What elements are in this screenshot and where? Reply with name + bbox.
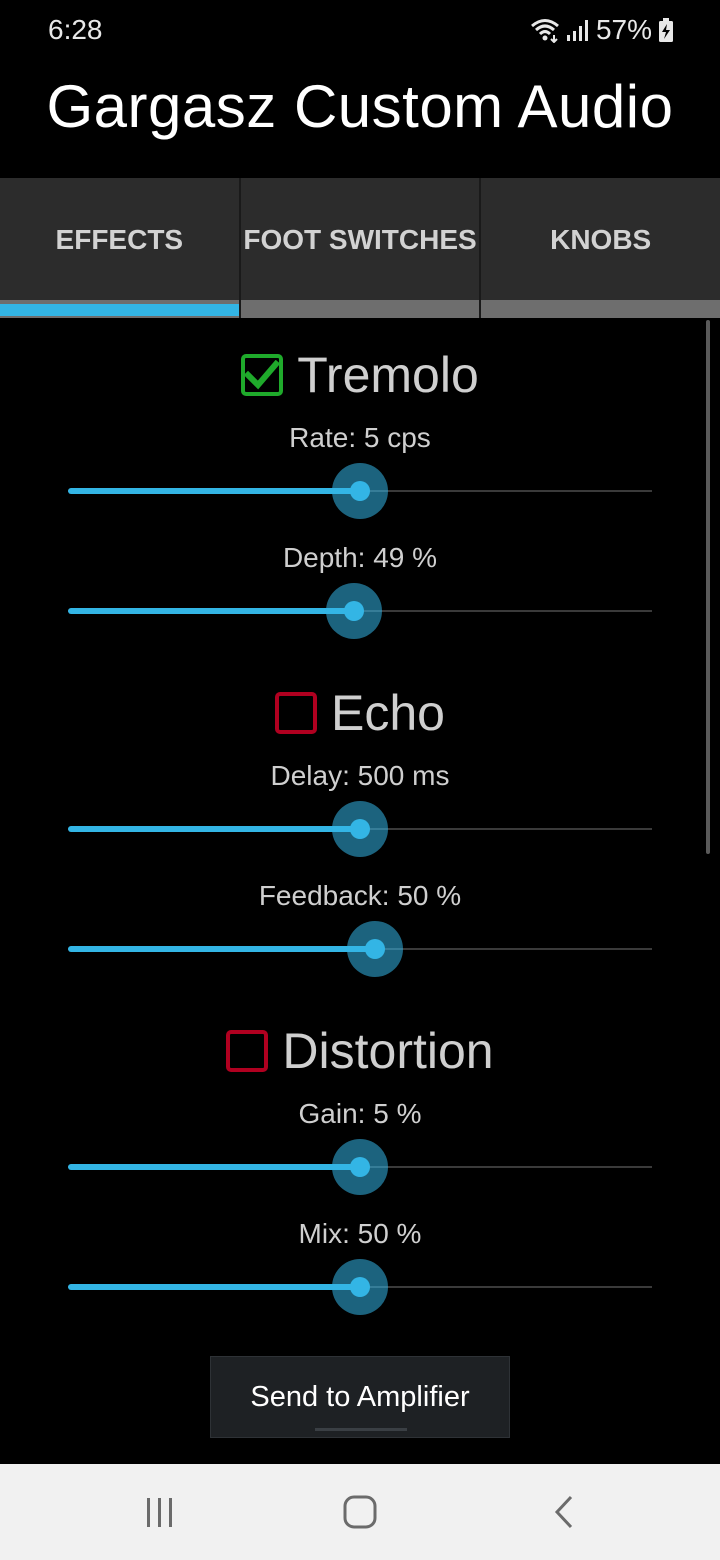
- effect-name: Tremolo: [297, 347, 479, 403]
- feedback-slider[interactable]: [68, 919, 652, 979]
- tab-knobs[interactable]: KNOBS: [479, 178, 720, 318]
- recent-apps-icon[interactable]: [140, 1492, 180, 1532]
- slider-fill: [68, 1284, 360, 1290]
- tab-indicator-active: [0, 300, 239, 318]
- tab-indicator: [481, 300, 720, 318]
- system-nav-bar: [0, 1464, 720, 1560]
- slider-fill: [68, 488, 360, 494]
- distortion-checkbox[interactable]: [226, 1030, 269, 1072]
- tab-bar: EFFECTS FOOT SWITCHES KNOBS: [0, 178, 720, 318]
- signal-icon: [566, 18, 590, 42]
- slider-thumb[interactable]: [350, 481, 370, 501]
- slider-thumb[interactable]: [350, 1277, 370, 1297]
- status-time: 6:28: [48, 14, 103, 45]
- effect-header-echo: Echo: [0, 680, 720, 746]
- slider-fill: [68, 608, 355, 614]
- home-icon[interactable]: [340, 1492, 380, 1532]
- battery-percent: 57%: [595, 14, 652, 45]
- gain-slider[interactable]: [68, 1137, 652, 1197]
- delay-label: Delay: 500 ms: [270, 760, 450, 791]
- slider-fill: [68, 946, 375, 952]
- status-icons: 57%: [530, 14, 674, 46]
- tab-effects-label: EFFECTS: [55, 224, 184, 255]
- wifi-icon: [530, 17, 560, 43]
- mix-slider[interactable]: [68, 1257, 652, 1317]
- app-title: Gargasz Custom Audio: [46, 73, 674, 140]
- effect-name: Distortion: [282, 1023, 494, 1079]
- slider-thumb[interactable]: [350, 819, 370, 839]
- rate-label: Rate: 5 cps: [289, 422, 431, 453]
- button-focus-underline: [315, 1428, 407, 1431]
- mix-label: Mix: 50 %: [298, 1218, 422, 1249]
- battery-charging-icon: [658, 17, 674, 43]
- slider-fill: [68, 826, 360, 832]
- send-button-label: Send to Amplifier: [250, 1380, 470, 1413]
- back-icon[interactable]: [544, 1492, 584, 1532]
- slider-thumb[interactable]: [350, 1157, 370, 1177]
- slider-thumb[interactable]: [364, 939, 385, 959]
- status-bar: 6:28 57%: [0, 0, 720, 64]
- effect-header-distortion: Distortion: [0, 1018, 720, 1084]
- tab-effects[interactable]: EFFECTS: [0, 178, 239, 318]
- checkmark-icon: [245, 360, 280, 390]
- slider-fill: [68, 1164, 360, 1170]
- tab-knobs-label: KNOBS: [550, 224, 652, 255]
- delay-slider[interactable]: [68, 799, 652, 859]
- effect-name: Echo: [331, 685, 445, 741]
- depth-label: Depth: 49 %: [282, 542, 438, 573]
- tremolo-checkbox[interactable]: [241, 354, 284, 396]
- effect-header-tremolo: Tremolo: [0, 342, 720, 408]
- feedback-label: Feedback: 50 %: [258, 880, 462, 911]
- depth-slider[interactable]: [68, 581, 652, 641]
- send-to-amplifier-button[interactable]: Send to Amplifier: [210, 1356, 510, 1438]
- tab-foot-switches-label: FOOT SWITCHES: [243, 224, 477, 255]
- gain-label: Gain: 5 %: [298, 1098, 422, 1129]
- rate-slider[interactable]: [68, 461, 652, 521]
- tab-indicator: [240, 300, 480, 318]
- echo-checkbox[interactable]: [275, 692, 318, 734]
- tab-foot-switches[interactable]: FOOT SWITCHES: [238, 178, 480, 318]
